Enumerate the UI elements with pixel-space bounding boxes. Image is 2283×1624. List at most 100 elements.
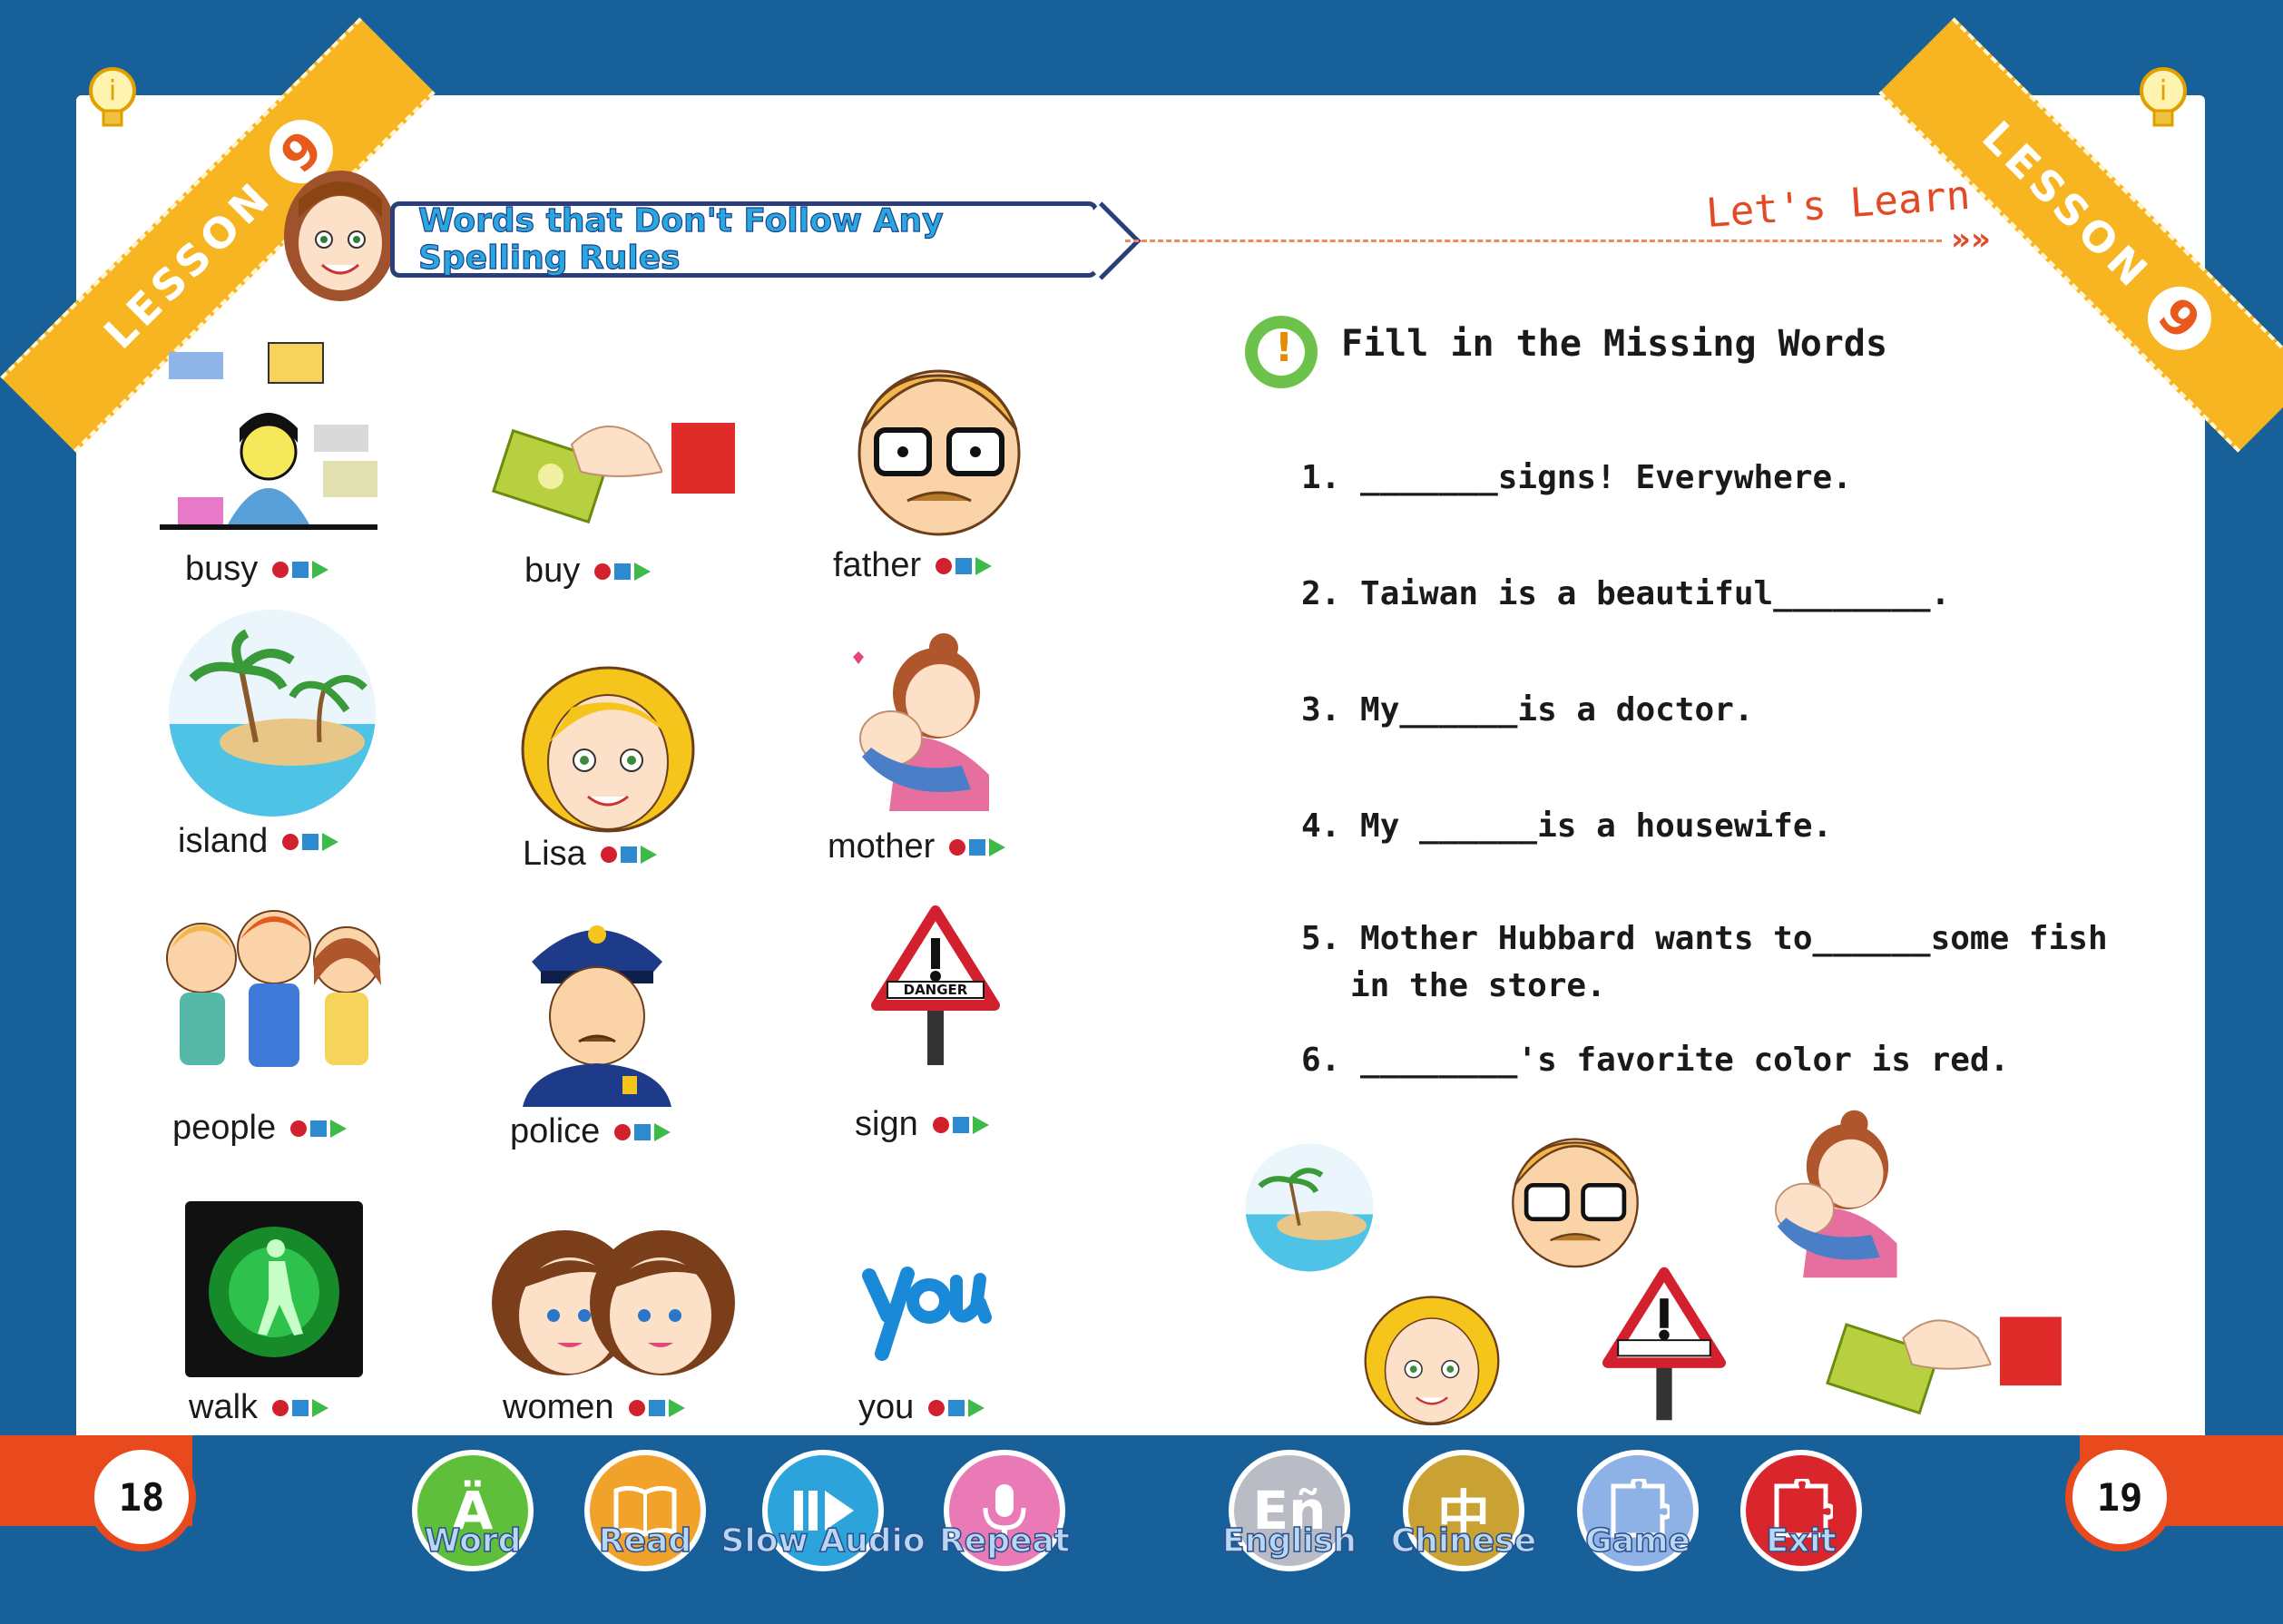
vocab-word-label: people xyxy=(172,1109,277,1147)
hand-money-picture[interactable] xyxy=(490,408,735,526)
svg-text:DANGER: DANGER xyxy=(904,982,968,998)
play-icon[interactable] xyxy=(972,1115,989,1134)
play-icon[interactable] xyxy=(312,1398,329,1417)
stop-icon[interactable] xyxy=(952,1116,969,1133)
vocab-word-label: sign xyxy=(855,1105,918,1143)
chinese-button-label[interactable]: Chinese xyxy=(1364,1521,1563,1560)
play-icon[interactable] xyxy=(968,1398,985,1417)
question-3: 3. My______is a doctor. xyxy=(1301,691,1754,729)
vocab-word: women xyxy=(503,1388,685,1427)
record-icon[interactable] xyxy=(594,563,612,580)
people-group-picture[interactable] xyxy=(138,904,401,1094)
you-text-picture[interactable] xyxy=(858,1248,995,1366)
vocab-word-label: busy xyxy=(185,550,259,588)
answer-mother-picture[interactable] xyxy=(1760,1105,1906,1283)
record-icon[interactable] xyxy=(932,1116,949,1133)
record-icon[interactable] xyxy=(614,1123,632,1140)
audio-controls[interactable] xyxy=(614,1122,671,1141)
question-2: 2. Taiwan is a beautiful________. xyxy=(1301,575,1951,612)
audio-controls[interactable] xyxy=(928,1398,985,1417)
vocab-word-label: buy xyxy=(524,552,581,590)
exercise-title: Fill in the Missing Words xyxy=(1341,323,1888,365)
answer-sign-picture[interactable] xyxy=(1602,1267,1726,1421)
english-button-label[interactable]: English xyxy=(1190,1521,1389,1560)
question-5-continued: in the store. xyxy=(1350,967,1606,1004)
record-icon[interactable] xyxy=(282,833,299,850)
record-icon[interactable] xyxy=(600,846,617,863)
play-icon[interactable] xyxy=(640,845,657,864)
stop-icon[interactable] xyxy=(292,1399,309,1416)
police-officer-picture[interactable] xyxy=(514,907,681,1107)
stop-icon[interactable] xyxy=(292,561,309,578)
svg-text:i: i xyxy=(109,75,116,107)
play-icon[interactable] xyxy=(634,562,652,581)
record-icon[interactable] xyxy=(272,561,289,578)
vocab-word-label: police xyxy=(510,1112,601,1150)
mother-baby-picture[interactable] xyxy=(844,630,998,815)
exit-button-label[interactable]: Exit xyxy=(1701,1521,1901,1560)
vocab-word-label: father xyxy=(833,546,922,584)
audio-controls[interactable] xyxy=(936,556,993,575)
busy-woman-picture[interactable] xyxy=(160,334,377,541)
section-banner: Words that Don't Follow Any Spelling Rul… xyxy=(390,201,1098,278)
stop-icon[interactable] xyxy=(634,1123,652,1140)
danger-sign-picture[interactable]: DANGER xyxy=(871,905,1000,1065)
record-icon[interactable] xyxy=(628,1399,645,1416)
record-icon[interactable] xyxy=(928,1399,946,1416)
father-face-picture[interactable] xyxy=(835,348,1044,539)
lesson-number: 9 xyxy=(2134,273,2225,364)
vocab-word: father xyxy=(833,546,993,585)
stop-icon[interactable] xyxy=(310,1120,328,1137)
audio-controls[interactable] xyxy=(594,562,652,581)
answer-lisa-picture[interactable] xyxy=(1361,1292,1503,1428)
question-5: 5. Mother Hubbard wants to______some fis… xyxy=(1301,920,2108,957)
vocab-word-label: women xyxy=(503,1388,614,1426)
stop-icon[interactable] xyxy=(614,563,632,580)
play-icon[interactable] xyxy=(330,1119,348,1138)
two-women-picture[interactable] xyxy=(488,1227,739,1381)
record-icon[interactable] xyxy=(936,557,953,574)
stop-icon[interactable] xyxy=(620,846,637,863)
audio-controls[interactable] xyxy=(272,1398,329,1417)
audio-controls[interactable] xyxy=(290,1119,348,1138)
vocab-word: sign xyxy=(855,1105,989,1144)
lisa-face-picture[interactable] xyxy=(517,662,699,835)
answer-island-picture[interactable] xyxy=(1243,1141,1376,1274)
play-icon[interactable] xyxy=(654,1122,671,1141)
stop-icon[interactable] xyxy=(969,838,986,856)
page-number-left: 18 xyxy=(87,1443,196,1551)
answer-father-picture[interactable] xyxy=(1494,1121,1657,1270)
stop-icon[interactable] xyxy=(955,557,973,574)
repeat-button-label[interactable]: Repeat xyxy=(905,1521,1104,1560)
play-icon[interactable] xyxy=(989,837,1006,856)
record-icon[interactable] xyxy=(949,838,966,856)
play-icon[interactable] xyxy=(975,556,993,575)
answer-buy-picture[interactable] xyxy=(1824,1303,2062,1417)
walk-signal-picture[interactable] xyxy=(185,1201,363,1377)
stop-icon[interactable] xyxy=(302,833,319,850)
audio-controls[interactable] xyxy=(628,1398,685,1417)
stop-icon[interactable] xyxy=(948,1399,965,1416)
vocab-word-label: walk xyxy=(189,1388,259,1426)
play-icon[interactable] xyxy=(668,1398,685,1417)
page-number-right: 19 xyxy=(2065,1443,2174,1551)
audio-controls[interactable] xyxy=(932,1115,989,1134)
audio-controls[interactable] xyxy=(282,832,339,851)
play-icon[interactable] xyxy=(322,832,339,851)
record-icon[interactable] xyxy=(272,1399,289,1416)
word-button-label[interactable]: Word xyxy=(373,1521,573,1560)
audio-controls[interactable] xyxy=(949,837,1006,856)
vocab-word: walk xyxy=(189,1388,329,1427)
record-icon[interactable] xyxy=(290,1120,308,1137)
lightbulb-icon: i xyxy=(89,67,136,127)
stop-icon[interactable] xyxy=(648,1399,665,1416)
exclamation-icon: ! xyxy=(1274,325,1294,371)
audio-controls[interactable] xyxy=(600,845,657,864)
audio-controls[interactable] xyxy=(272,560,329,579)
vocab-word: busy xyxy=(185,550,329,589)
lightbulb-icon: i xyxy=(2140,67,2187,127)
island-picture[interactable] xyxy=(165,606,379,820)
play-icon[interactable] xyxy=(312,560,329,579)
vocab-word: people xyxy=(172,1109,348,1148)
banner-title: Words that Don't Follow Any Spelling Rul… xyxy=(417,201,944,277)
